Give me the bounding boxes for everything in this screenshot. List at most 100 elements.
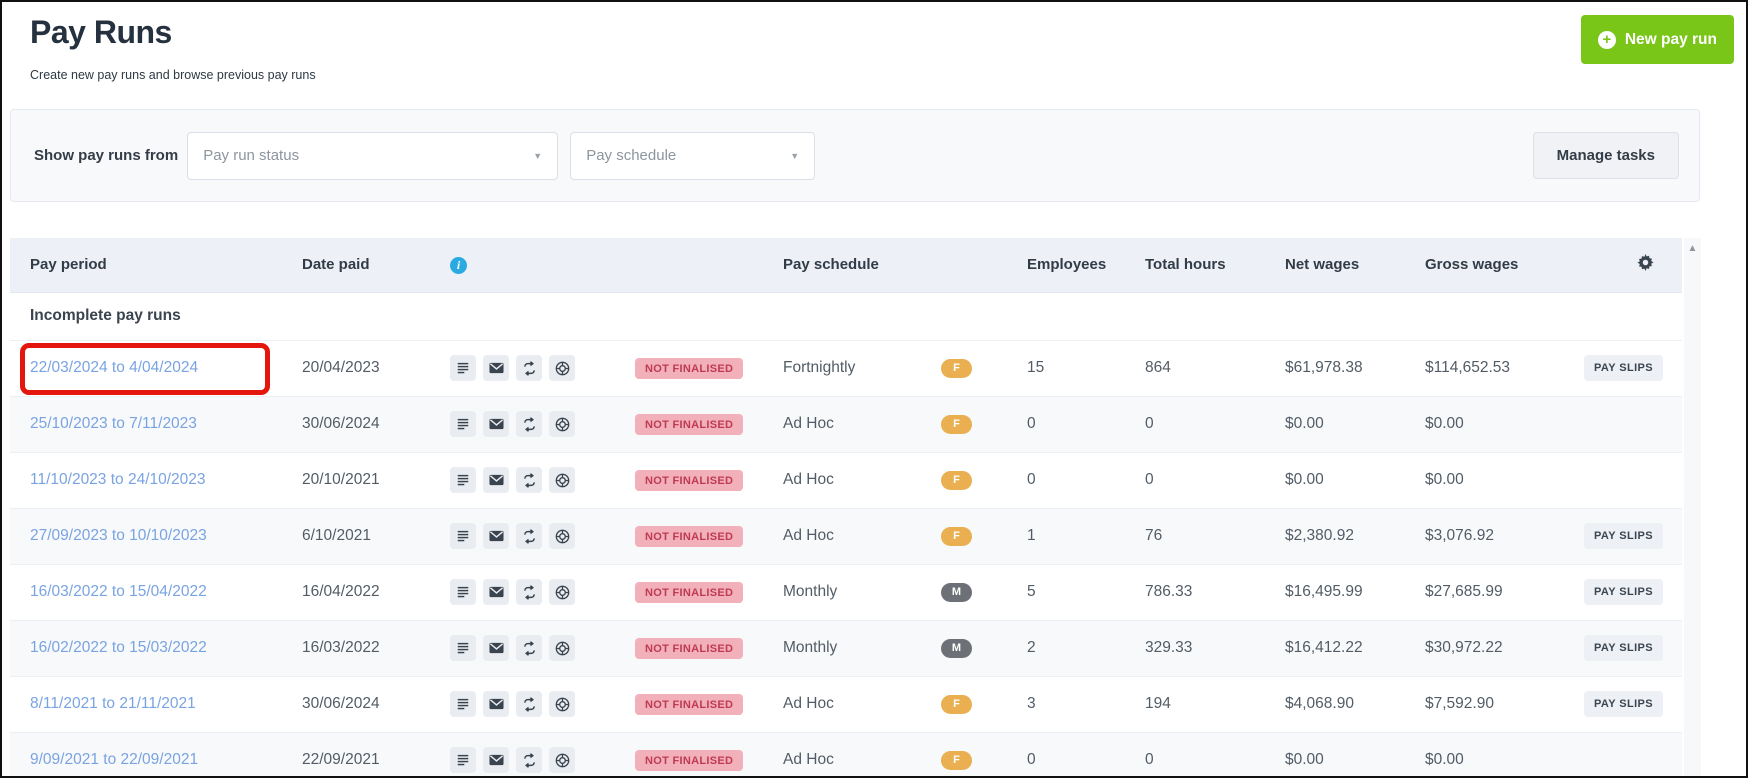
status-badge: NOT FINALISED	[635, 694, 743, 715]
status-badge: NOT FINALISED	[635, 582, 743, 603]
email-icon	[489, 530, 504, 542]
email-button[interactable]	[483, 467, 509, 493]
pay-period-link[interactable]: 9/09/2021 to 22/09/2021	[30, 751, 198, 768]
pay-runs-page: Pay Runs Create new pay runs and browse …	[0, 0, 1748, 778]
pay-schedule-cell: Fortnightly	[763, 340, 921, 396]
recalculate-icon	[522, 585, 537, 600]
recalculate-button[interactable]	[516, 635, 542, 661]
date-paid-cell: 16/04/2022	[282, 564, 430, 620]
payslip-report-button[interactable]	[450, 579, 476, 605]
total-hours-cell: 194	[1117, 676, 1257, 732]
pay-schedule-placeholder: Pay schedule	[586, 147, 676, 164]
recalculate-button[interactable]	[516, 467, 542, 493]
employees-cell: 15	[999, 340, 1117, 396]
page-subtitle: Create new pay runs and browse previous …	[30, 68, 316, 82]
payslip-report-button[interactable]	[450, 635, 476, 661]
pay-slips-button[interactable]: PAY SLIPS	[1584, 579, 1663, 605]
pay-run-row: 27/09/2023 to 10/10/2023 6/10/2021	[10, 508, 1682, 564]
recalculate-button[interactable]	[516, 747, 542, 773]
pay-run-row: 25/10/2023 to 7/11/2023 30/06/2024	[10, 396, 1682, 452]
support-icon	[555, 361, 570, 376]
status-badge: NOT FINALISED	[635, 638, 743, 659]
gross-wages-cell: $0.00	[1397, 396, 1552, 452]
email-icon	[489, 418, 504, 430]
support-button[interactable]	[549, 467, 575, 493]
payslip-report-button[interactable]	[450, 411, 476, 437]
col-pay-period: Pay period	[10, 238, 282, 292]
payslip-report-button[interactable]	[450, 523, 476, 549]
manage-tasks-button[interactable]: Manage tasks	[1533, 132, 1679, 179]
gear-icon[interactable]	[1637, 258, 1654, 275]
new-pay-run-label: New pay run	[1625, 31, 1717, 49]
plus-circle-icon: +	[1598, 31, 1616, 49]
payslip-report-button[interactable]	[450, 747, 476, 773]
payslip-report-icon	[456, 417, 470, 431]
pay-schedule-cell: Monthly	[763, 620, 921, 676]
total-hours-cell: 0	[1117, 396, 1257, 452]
status-badge: NOT FINALISED	[635, 414, 743, 435]
pay-schedule-cell: Ad Hoc	[763, 508, 921, 564]
pay-run-row: 11/10/2023 to 24/10/2023 20/10/2021	[10, 452, 1682, 508]
recalculate-button[interactable]	[516, 355, 542, 381]
recalculate-button[interactable]	[516, 691, 542, 717]
schedule-letter-badge: M	[941, 639, 972, 658]
email-button[interactable]	[483, 579, 509, 605]
pay-slips-button[interactable]: PAY SLIPS	[1584, 635, 1663, 661]
vertical-scrollbar[interactable]: ▲	[1684, 238, 1701, 778]
pay-schedule-cell: Monthly	[763, 564, 921, 620]
recalculate-button[interactable]	[516, 579, 542, 605]
total-hours-cell: 0	[1117, 452, 1257, 508]
info-icon[interactable]: i	[450, 257, 467, 274]
net-wages-cell: $0.00	[1257, 396, 1397, 452]
employees-cell: 0	[999, 452, 1117, 508]
support-icon	[555, 585, 570, 600]
pay-run-status-select[interactable]: Pay run status ▼	[187, 132, 558, 180]
employees-cell: 2	[999, 620, 1117, 676]
email-button[interactable]	[483, 411, 509, 437]
support-icon	[555, 641, 570, 656]
employees-cell: 3	[999, 676, 1117, 732]
support-button[interactable]	[549, 523, 575, 549]
email-icon	[489, 642, 504, 654]
pay-run-row: 22/03/2024 to 4/04/2024 20/04/2023	[10, 340, 1682, 396]
email-button[interactable]	[483, 747, 509, 773]
support-button[interactable]	[549, 635, 575, 661]
col-settings	[1552, 238, 1682, 292]
pay-schedule-select[interactable]: Pay schedule ▼	[570, 132, 815, 180]
email-button[interactable]	[483, 691, 509, 717]
pay-period-link[interactable]: 16/03/2022 to 15/04/2022	[30, 583, 207, 600]
scrollbar-up-arrow-icon[interactable]: ▲	[1684, 238, 1701, 254]
support-button[interactable]	[549, 579, 575, 605]
email-button[interactable]	[483, 635, 509, 661]
pay-period-link[interactable]: 27/09/2023 to 10/10/2023	[30, 527, 207, 544]
pay-period-link[interactable]: 11/10/2023 to 24/10/2023	[30, 471, 206, 488]
col-info: i	[430, 238, 615, 292]
status-badge: NOT FINALISED	[635, 526, 743, 547]
pay-schedule-cell: Ad Hoc	[763, 396, 921, 452]
date-paid-cell: 20/04/2023	[282, 340, 430, 396]
recalculate-icon	[522, 361, 537, 376]
pay-run-row: 16/03/2022 to 15/04/2022 16/04/2022	[10, 564, 1682, 620]
pay-slips-button[interactable]: PAY SLIPS	[1584, 523, 1663, 549]
pay-period-link[interactable]: 25/10/2023 to 7/11/2023	[30, 415, 197, 432]
recalculate-button[interactable]	[516, 523, 542, 549]
new-pay-run-button[interactable]: + New pay run	[1581, 15, 1734, 64]
pay-period-link[interactable]: 8/11/2021 to 21/11/2021	[30, 695, 196, 712]
support-button[interactable]	[549, 691, 575, 717]
payslip-report-icon	[456, 585, 470, 599]
total-hours-cell: 0	[1117, 732, 1257, 778]
support-button[interactable]	[549, 355, 575, 381]
pay-period-link[interactable]: 16/02/2022 to 15/03/2022	[30, 639, 207, 656]
payslip-report-button[interactable]	[450, 355, 476, 381]
email-button[interactable]	[483, 523, 509, 549]
payslip-report-button[interactable]	[450, 691, 476, 717]
payslip-report-button[interactable]	[450, 467, 476, 493]
pay-slips-button[interactable]: PAY SLIPS	[1584, 691, 1663, 717]
recalculate-button[interactable]	[516, 411, 542, 437]
support-button[interactable]	[549, 747, 575, 773]
email-button[interactable]	[483, 355, 509, 381]
pay-period-link[interactable]: 22/03/2024 to 4/04/2024	[30, 359, 198, 376]
recalculate-icon	[522, 753, 537, 768]
support-button[interactable]	[549, 411, 575, 437]
pay-slips-button[interactable]: PAY SLIPS	[1584, 355, 1663, 381]
